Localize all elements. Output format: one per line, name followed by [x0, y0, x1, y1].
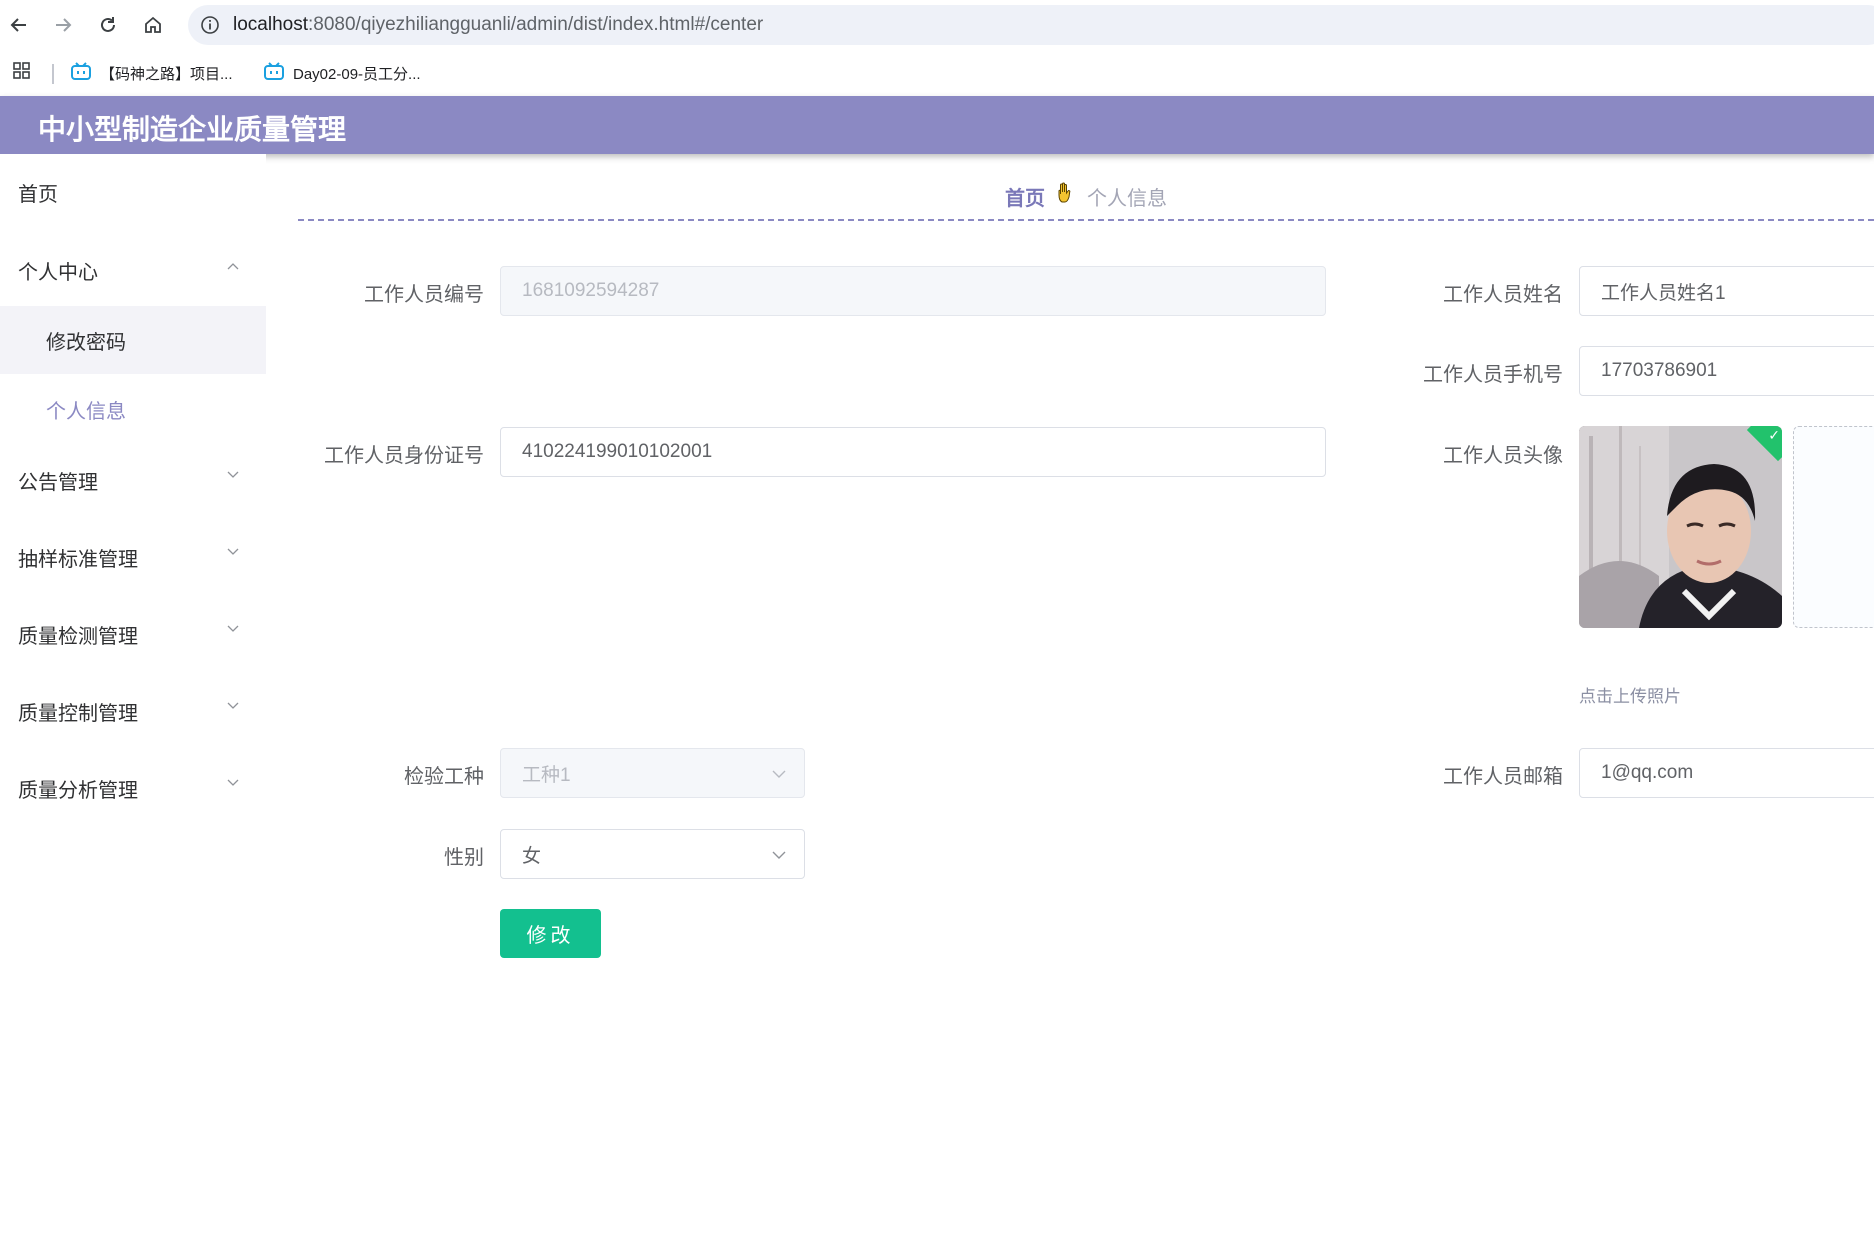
chevron-down-icon — [227, 548, 239, 555]
url-text: localhost:8080/qiyezhiliangguanli/admin/… — [233, 14, 763, 36]
bilibili-icon — [70, 61, 92, 85]
avatar-label: 工作人员头像 — [1443, 445, 1563, 467]
sidebar-item-label: 质量分析管理 — [18, 779, 138, 802]
sidebar-item-label: 抽样标准管理 — [18, 548, 138, 571]
sidebar-item-label: 质量检测管理 — [18, 625, 138, 648]
address-bar[interactable]: localhost:8080/qiyezhiliangguanli/admin/… — [188, 5, 1874, 45]
sidebar-item-announcements[interactable]: 公告管理 — [0, 456, 266, 504]
sidebar-item-home[interactable]: 首页 — [0, 168, 266, 216]
work-type-value: 工种1 — [522, 764, 571, 786]
email-field[interactable]: 1@qq.com — [1579, 748, 1874, 798]
bookmarks-bar: 【码神之路】项目... Day02-09-员工分... — [0, 50, 1874, 96]
app-header: 中小型制造企业质量管理 — [0, 96, 1874, 154]
sidebar-item-personal-center[interactable]: 个人中心 — [0, 246, 266, 294]
sidebar-item-label: 质量控制管理 — [18, 702, 138, 725]
sidebar-item-label: 公告管理 — [18, 471, 98, 494]
chevron-up-icon — [227, 263, 239, 270]
id-card-label: 工作人员身份证号 — [324, 445, 484, 467]
sidebar-item-quality-inspection[interactable]: 质量检测管理 — [0, 610, 266, 658]
forward-icon[interactable] — [49, 11, 77, 39]
gender-value: 女 — [522, 845, 542, 867]
phone-value: 17703786901 — [1601, 360, 1718, 381]
sidebar-item-personal-info[interactable]: 个人信息 — [0, 375, 266, 443]
apps-grid-icon[interactable] — [12, 61, 32, 86]
sidebar-item-label: 修改密码 — [46, 331, 126, 354]
sidebar: 首页 个人中心 修改密码 个人信息 公告管理 抽样标准管理 质量检测管理 质量控… — [0, 154, 266, 1250]
chevron-down-icon — [227, 625, 239, 632]
url-host: localhost — [233, 14, 308, 35]
sidebar-item-quality-control[interactable]: 质量控制管理 — [0, 687, 266, 735]
email-label: 工作人员邮箱 — [1443, 766, 1563, 788]
avatar-photo — [1579, 426, 1782, 628]
staff-no-field[interactable]: 1681092594287 — [500, 266, 1326, 316]
chevron-down-icon — [227, 779, 239, 786]
check-icon: ✓ — [1768, 427, 1780, 443]
bookmark-label: 【码神之路】项目... — [100, 65, 233, 83]
sidebar-item-label: 个人信息 — [46, 400, 126, 423]
breadcrumb-home[interactable]: 首页 — [1005, 182, 1045, 211]
hand-icon — [1057, 182, 1075, 210]
breadcrumb: 首页 个人信息 — [298, 172, 1874, 220]
gender-select[interactable]: 女 — [500, 829, 805, 879]
upload-dropzone[interactable] — [1793, 426, 1874, 628]
sidebar-item-change-password[interactable]: 修改密码 — [0, 306, 266, 374]
staff-no-label: 工作人员编号 — [364, 284, 484, 306]
sidebar-item-label: 个人中心 — [18, 261, 98, 284]
staff-name-field[interactable]: 工作人员姓名1 — [1579, 266, 1874, 316]
phone-label: 工作人员手机号 — [1423, 364, 1563, 386]
sidebar-item-sampling-standards[interactable]: 抽样标准管理 — [0, 533, 266, 581]
avatar[interactable]: ✓ — [1579, 426, 1782, 628]
submit-button[interactable]: 修改 — [500, 909, 601, 958]
breadcrumb-divider — [298, 219, 1874, 221]
sidebar-item-label: 首页 — [18, 183, 58, 206]
email-value: 1@qq.com — [1601, 762, 1694, 783]
bookmark-separator — [52, 64, 54, 84]
staff-name-value: 工作人员姓名1 — [1601, 282, 1726, 304]
chevron-down-icon — [227, 702, 239, 709]
bilibili-icon — [263, 61, 285, 85]
bookmark-item[interactable]: 【码神之路】项目... — [70, 60, 233, 86]
breadcrumb-current: 个人信息 — [1087, 187, 1167, 210]
chevron-down-icon — [227, 471, 239, 478]
url-path: :8080/qiyezhiliangguanli/admin/dist/inde… — [308, 14, 764, 35]
id-card-field[interactable]: 410224199010102001 — [500, 427, 1326, 477]
upload-hint: 点击上传照片 — [1579, 687, 1681, 706]
staff-name-label: 工作人员姓名 — [1443, 284, 1563, 306]
gender-label: 性别 — [444, 847, 484, 869]
work-type-label: 检验工种 — [404, 766, 484, 788]
phone-field[interactable]: 17703786901 — [1579, 346, 1874, 396]
back-icon[interactable] — [5, 11, 33, 39]
bookmark-label: Day02-09-员工分... — [293, 65, 421, 83]
home-icon[interactable] — [139, 11, 167, 39]
chevron-down-icon — [772, 770, 786, 778]
sidebar-item-quality-analysis[interactable]: 质量分析管理 — [0, 764, 266, 812]
chevron-down-icon — [772, 851, 786, 859]
staff-no-value: 1681092594287 — [522, 280, 660, 301]
site-info-icon[interactable] — [200, 15, 220, 35]
bookmark-item[interactable]: Day02-09-员工分... — [263, 60, 421, 86]
app-title: 中小型制造企业质量管理 — [38, 114, 347, 145]
browser-toolbar: localhost:8080/qiyezhiliangguanli/admin/… — [0, 0, 1874, 50]
reload-icon[interactable] — [94, 11, 122, 39]
id-card-value: 410224199010102001 — [522, 441, 713, 462]
work-type-select[interactable]: 工种1 — [500, 748, 805, 798]
